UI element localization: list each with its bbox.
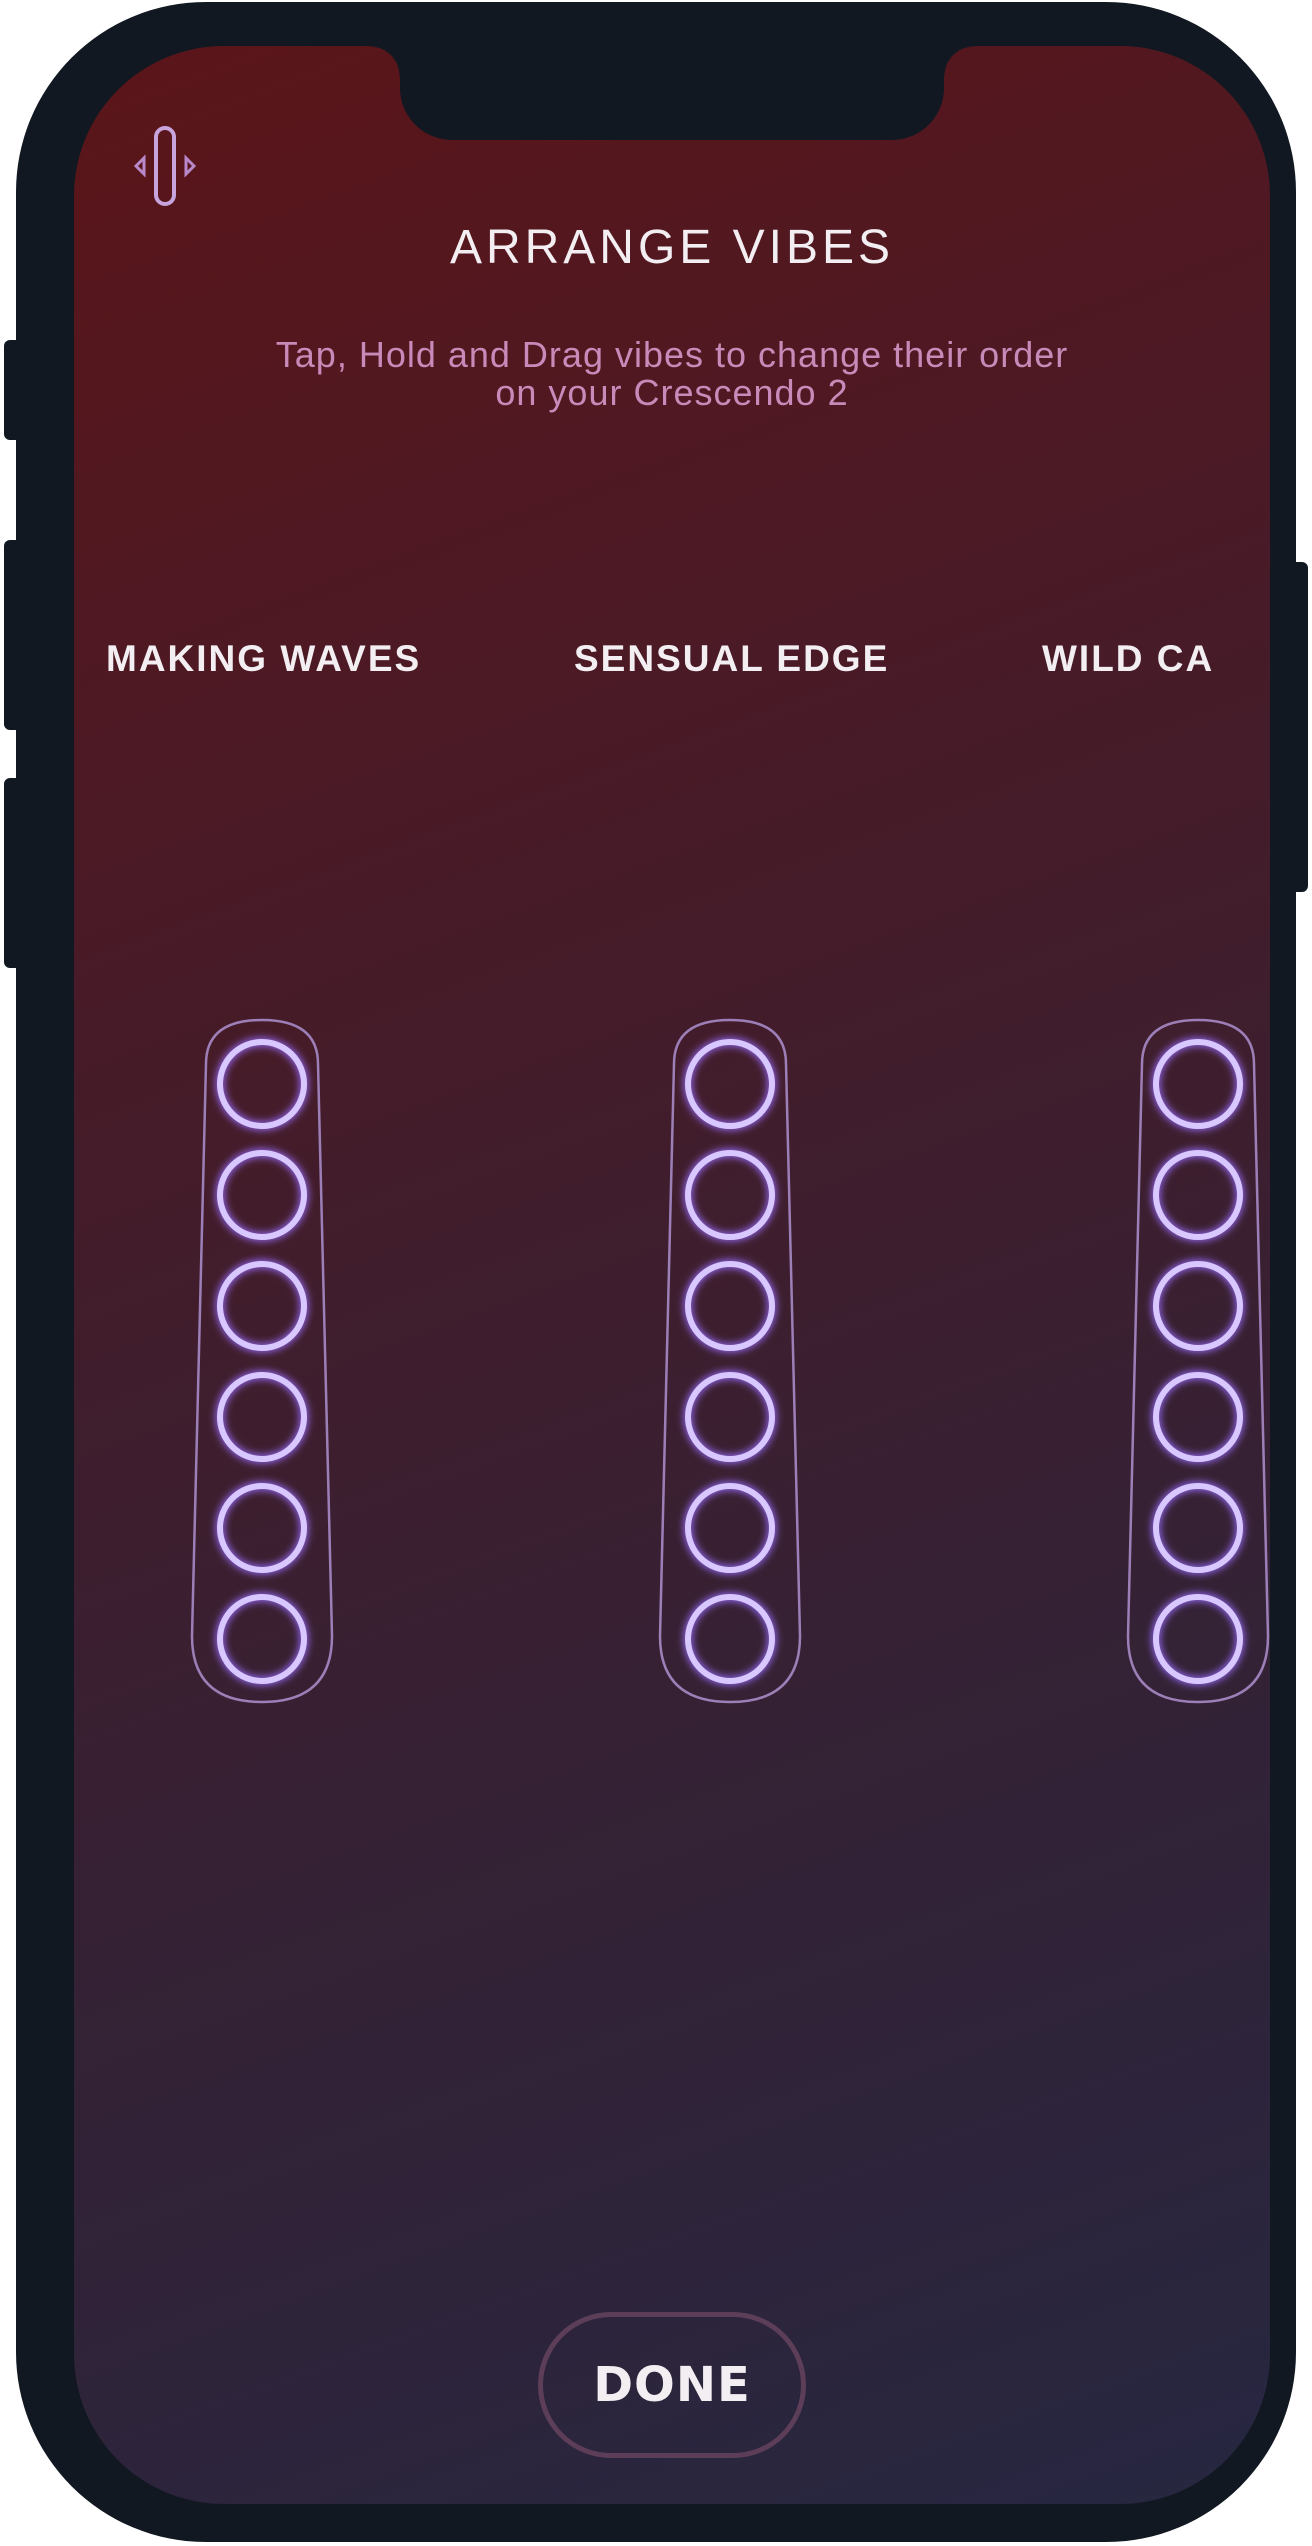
vibe-label-wild-ca: WILD CA <box>1042 638 1215 679</box>
vibe-ring-icon <box>1153 1261 1243 1351</box>
vibe-ring-icon <box>685 1483 775 1573</box>
done-button[interactable]: DONE <box>538 2312 806 2458</box>
volume-up-button <box>4 540 22 730</box>
vibe-ring-icon <box>1153 1372 1243 1462</box>
vibe-ring-icon <box>217 1261 307 1351</box>
crescendo-device-icon <box>126 124 204 208</box>
vibe-label-making-waves: MAKING WAVES <box>106 638 422 679</box>
volume-down-button <box>4 778 22 968</box>
vibe-column-sensual-edge[interactable] <box>656 1016 804 1706</box>
vibe-ring-icon <box>685 1372 775 1462</box>
page-title: ARRANGE VIBES <box>449 221 895 274</box>
vibe-ring-icon <box>1153 1594 1243 1684</box>
page-subtitle: Tap, Hold and Drag vibes to change their… <box>275 334 1069 413</box>
app-screen: ARRANGE VIBES Tap, Hold and Drag vibes t… <box>74 46 1270 2504</box>
vibe-ring-icon <box>1153 1039 1243 1129</box>
mute-switch <box>4 340 22 440</box>
vibe-ring-icon <box>217 1372 307 1462</box>
vibe-capsule-graphic <box>1126 1018 1270 1704</box>
vibe-ring-icon <box>217 1594 307 1684</box>
phone-frame: ARRANGE VIBES Tap, Hold and Drag vibes t… <box>16 2 1296 2542</box>
vibe-ring-icon <box>217 1150 307 1240</box>
vibe-ring-icon <box>685 1261 775 1351</box>
vibe-ring-icon <box>685 1150 775 1240</box>
notch <box>370 46 974 140</box>
vibe-capsule-graphic <box>658 1018 802 1704</box>
vibe-ring-icon <box>685 1594 775 1684</box>
vibe-ring-icon <box>1153 1483 1243 1573</box>
vibe-ring-icon <box>217 1039 307 1129</box>
vibe-ring-icon <box>1153 1150 1243 1240</box>
power-button <box>1290 562 1308 892</box>
vibe-label-sensual-edge: SENSUAL EDGE <box>574 638 890 679</box>
vibe-ring-icon <box>217 1483 307 1573</box>
vibe-column-wild-ca[interactable] <box>1124 1016 1270 1706</box>
vibe-column-making-waves[interactable] <box>188 1016 336 1706</box>
vibe-capsule-graphic <box>190 1018 334 1704</box>
vibe-ring-icon <box>685 1039 775 1129</box>
